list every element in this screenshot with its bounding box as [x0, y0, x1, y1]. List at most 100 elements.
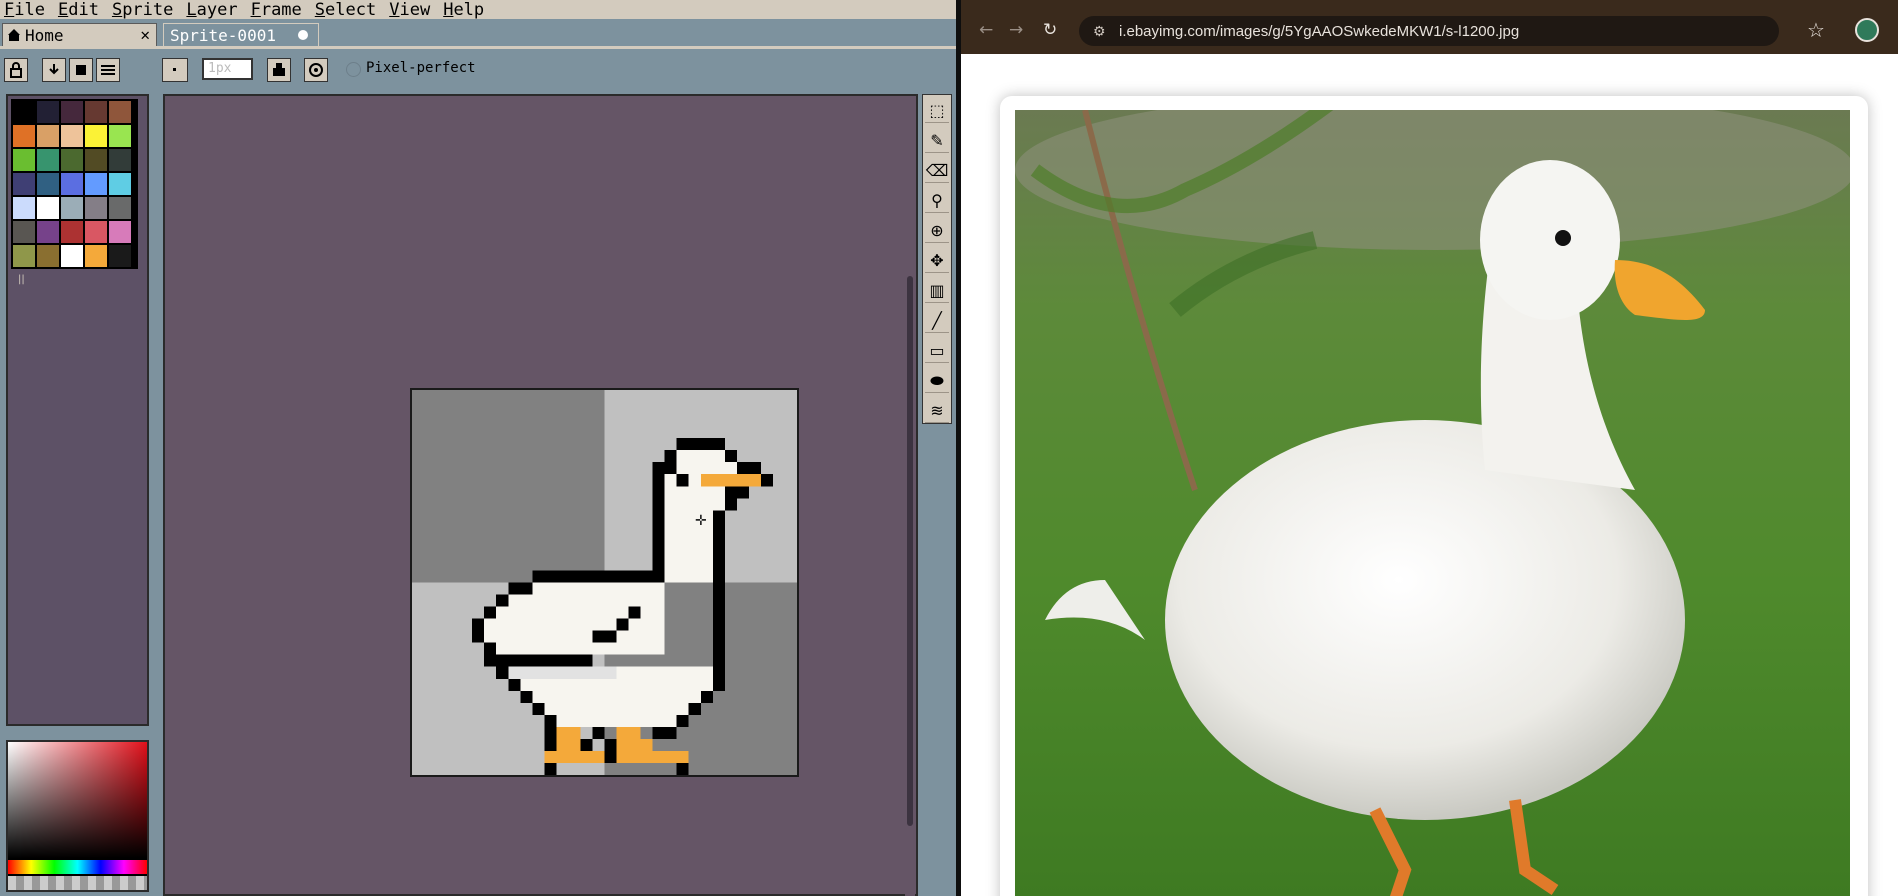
- line-icon[interactable]: ╱: [925, 309, 949, 333]
- palette-swatch[interactable]: [36, 100, 60, 124]
- palette-swatch[interactable]: [60, 148, 84, 172]
- palette-swatch[interactable]: [60, 220, 84, 244]
- palette-swatch[interactable]: [84, 124, 108, 148]
- ellipse-icon[interactable]: ⬬: [925, 369, 949, 393]
- brush-size-input[interactable]: 1px: [202, 58, 253, 80]
- palette-sort-icon[interactable]: [69, 58, 93, 82]
- sprite-pixel: [724, 450, 737, 463]
- menu-frame[interactable]: Frame: [247, 0, 306, 20]
- palette-swatch[interactable]: [60, 244, 84, 268]
- palette-swatch[interactable]: [60, 100, 84, 124]
- palette-swatch[interactable]: [108, 196, 132, 220]
- sprite-pixel: [652, 726, 677, 739]
- palette-menu-icon[interactable]: [96, 58, 120, 82]
- browser-window: ← → ↻ ⚙ i.ebayimg.com/images/g/5YgAAOSwk…: [961, 0, 1898, 896]
- palette-swatch[interactable]: [84, 172, 108, 196]
- move-icon[interactable]: ✥: [925, 249, 949, 273]
- sprite-pixel: [484, 630, 665, 643]
- palette-swatch[interactable]: [36, 172, 60, 196]
- palette-swatch[interactable]: [12, 172, 36, 196]
- menu-layer[interactable]: Layer: [182, 0, 241, 20]
- lock-icon[interactable]: [4, 58, 28, 82]
- sprite-pixel: [724, 486, 749, 499]
- eyedropper-icon[interactable]: ⚲: [925, 189, 949, 213]
- palette-swatch[interactable]: [84, 220, 108, 244]
- palette-swatch[interactable]: [84, 100, 108, 124]
- gradient-icon[interactable]: ▥: [925, 279, 949, 303]
- sprite-pixel: [616, 618, 629, 631]
- menu-edit[interactable]: Edit: [54, 0, 103, 20]
- menu-sprite[interactable]: Sprite: [108, 0, 177, 20]
- close-icon[interactable]: ✕: [140, 25, 150, 44]
- sprite-pixel: [700, 474, 761, 487]
- palette-swatch[interactable]: [84, 244, 108, 268]
- menu-view[interactable]: View: [385, 0, 434, 20]
- palette-swatch[interactable]: [108, 100, 132, 124]
- palette-resize-handle[interactable]: ||: [18, 274, 25, 285]
- palette-swatch[interactable]: [12, 100, 36, 124]
- color-picker[interactable]: [6, 740, 149, 892]
- palette-grid: [11, 99, 138, 269]
- palette-swatch[interactable]: [108, 172, 132, 196]
- sprite-pixel: [484, 642, 497, 655]
- vertical-scrollbar[interactable]: [905, 96, 915, 896]
- palette-swatch[interactable]: [108, 148, 132, 172]
- menu-help[interactable]: Help: [439, 0, 488, 20]
- sprite-pixel: [556, 714, 677, 727]
- palette-swatch[interactable]: [36, 196, 60, 220]
- color-field[interactable]: [8, 742, 147, 858]
- palette-swatch[interactable]: [84, 196, 108, 220]
- pencil-icon[interactable]: ✎: [925, 129, 949, 153]
- palette-swatch[interactable]: [12, 244, 36, 268]
- palette-swatch[interactable]: [12, 148, 36, 172]
- brush-type-icon[interactable]: [162, 58, 188, 82]
- ink-icon[interactable]: [267, 58, 291, 82]
- scrollbar-thumb[interactable]: [907, 276, 913, 826]
- sprite-pixel: [664, 534, 713, 547]
- hue-slider[interactable]: [8, 860, 147, 874]
- palette-swatch[interactable]: [36, 148, 60, 172]
- pixel-perfect-checkbox[interactable]: [346, 62, 361, 77]
- zoom-icon[interactable]: ⊕: [925, 219, 949, 243]
- opacity-icon[interactable]: [304, 58, 328, 82]
- sprite-editor[interactable]: ✛: [163, 94, 918, 896]
- tab-home[interactable]: Home ✕: [2, 23, 157, 46]
- bookmark-star-icon[interactable]: ☆: [1807, 18, 1825, 42]
- sprite-pixel: [616, 750, 689, 763]
- palette-swatch[interactable]: [36, 244, 60, 268]
- tab-sprite-label: Sprite-0001: [170, 25, 276, 45]
- palette-swatch[interactable]: [12, 196, 36, 220]
- profile-avatar[interactable]: [1855, 18, 1879, 42]
- eraser-icon[interactable]: ⌫: [925, 159, 949, 183]
- palette-swatch[interactable]: [36, 124, 60, 148]
- palette-swatch[interactable]: [60, 196, 84, 220]
- sprite-canvas[interactable]: [410, 388, 799, 777]
- reload-icon[interactable]: ↻: [1043, 20, 1057, 40]
- palette-swatch[interactable]: [60, 172, 84, 196]
- palette-swatch[interactable]: [108, 244, 132, 268]
- menu-select[interactable]: Select: [311, 0, 380, 20]
- alpha-slider[interactable]: [8, 876, 147, 890]
- palette-swatch[interactable]: [108, 124, 132, 148]
- address-bar[interactable]: ⚙ i.ebayimg.com/images/g/5YgAAOSwkedeMKW…: [1079, 16, 1779, 46]
- palette-swatch[interactable]: [60, 124, 84, 148]
- palette-swatch[interactable]: [84, 148, 108, 172]
- palette-swatch[interactable]: [12, 220, 36, 244]
- forward-icon[interactable]: →: [1009, 20, 1023, 40]
- palette-swatch[interactable]: [12, 124, 36, 148]
- palette-swatch[interactable]: [108, 220, 132, 244]
- marquee-icon[interactable]: ⬚: [925, 99, 949, 123]
- sprite-pixel: [532, 690, 701, 703]
- rectangle-icon[interactable]: ▭: [925, 339, 949, 363]
- palette-swatch[interactable]: [36, 220, 60, 244]
- site-info-icon[interactable]: ⚙: [1093, 23, 1106, 40]
- sprite-pixel: [616, 666, 713, 679]
- sprite-pixel: [712, 534, 725, 691]
- blur-icon[interactable]: ≋: [925, 399, 949, 423]
- sprite-pixel: [496, 594, 509, 607]
- menu-file[interactable]: File: [0, 0, 49, 20]
- duck-photo[interactable]: [1015, 110, 1850, 896]
- palette-download-icon[interactable]: [42, 58, 66, 82]
- back-icon[interactable]: ←: [979, 20, 993, 40]
- tab-sprite[interactable]: Sprite-0001: [163, 23, 319, 46]
